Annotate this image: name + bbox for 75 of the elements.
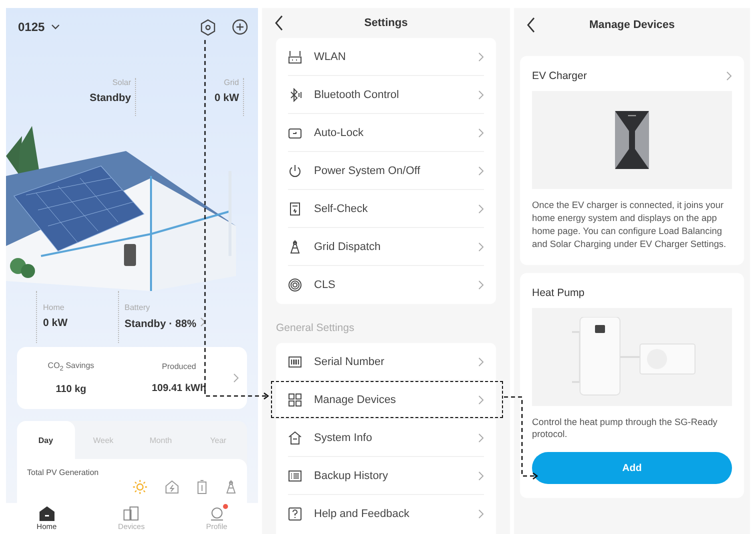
chevron-right-icon — [478, 204, 484, 214]
page-title: Manage Devices — [589, 18, 675, 30]
settings-row[interactable]: WLAN — [288, 38, 484, 76]
chevron-right-icon — [478, 242, 484, 252]
tower-icon — [288, 240, 302, 254]
chevron-right-icon — [478, 356, 484, 366]
concentric-circle-icon — [288, 278, 302, 292]
chevron-right-icon — [726, 71, 732, 81]
stat-label: CO$_{2}$ Savings — [46, 360, 96, 372]
chevron-right-icon — [478, 509, 484, 519]
chevron-right-icon — [478, 90, 484, 100]
devices-icon — [123, 506, 140, 521]
tower-icon — [225, 480, 237, 494]
site-selector[interactable]: 0125 — [18, 20, 60, 34]
settings-row[interactable]: Manage Devices — [271, 381, 503, 419]
chevron-right-icon — [478, 128, 484, 138]
chevron-right-icon — [478, 52, 484, 62]
stat-value: 110 kg — [54, 384, 88, 396]
settings-row[interactable]: Bluetooth Control — [288, 76, 484, 114]
stats-card[interactable]: CO$_{2}$ Savings 110 kg Produced 109.41 kWh — [17, 347, 247, 409]
settings-icon[interactable] — [200, 18, 216, 36]
home-icon — [38, 506, 55, 521]
settings-row[interactable]: Auto-Lock — [288, 114, 484, 152]
settings-row[interactable]: CLS — [288, 266, 484, 304]
back-icon[interactable] — [274, 15, 284, 31]
device-name: EV Charger — [532, 70, 587, 82]
chevron-right-icon — [478, 280, 484, 290]
page-title: Settings — [364, 17, 408, 29]
chevron-right-icon — [478, 394, 484, 404]
flow-value: Standby — [90, 92, 131, 104]
device-description: Once the EV charger is connected, it joins your home energy system and displays on the app home page. You can configure Load Balancing and Solar Charging under EV Charger Settings. — [532, 199, 728, 250]
house-icon — [288, 430, 302, 444]
power-icon — [288, 164, 302, 178]
settings-row[interactable]: Self-Check — [288, 190, 484, 228]
chart-title: Total PV Generation — [27, 468, 100, 477]
router-icon — [288, 50, 302, 64]
device-name: Heat Pump — [532, 286, 585, 298]
help-icon — [288, 507, 302, 521]
barcode-icon — [288, 354, 302, 368]
flow-label: Grid — [222, 78, 239, 87]
flow-label: Home — [43, 303, 66, 312]
chevron-right-icon — [478, 166, 484, 176]
grid-icon — [288, 392, 302, 406]
chevron-right-icon — [233, 373, 239, 383]
flow-value: 0 kW — [43, 317, 68, 329]
period-tab[interactable]: Day — [17, 421, 74, 459]
house-bolt-icon — [165, 480, 179, 494]
settings-row[interactable]: Backup History — [288, 457, 484, 495]
device-description: Control the heat pump through the SG-Ready protocol. — [532, 416, 718, 442]
chevron-right-icon — [478, 470, 484, 480]
chevron-right-icon — [478, 432, 484, 442]
flow-label: Battery — [124, 303, 151, 312]
lock-screen-icon — [288, 126, 302, 140]
bluetooth-icon — [288, 88, 302, 102]
stat-label: Produced — [160, 362, 198, 371]
settings-row[interactable]: Power System On/Off — [288, 152, 484, 190]
flow-label: Solar — [111, 78, 131, 87]
flow-value: Standby · 88% — [124, 318, 196, 330]
sun-icon — [133, 480, 147, 494]
caret-icon — [50, 24, 60, 30]
back-icon[interactable] — [526, 16, 536, 32]
section-label: General Settings — [275, 321, 356, 336]
ev-charger-drawing — [615, 111, 649, 169]
profile-icon — [208, 506, 225, 521]
flow-value: 0 kW — [214, 92, 239, 104]
list-icon — [288, 468, 302, 482]
settings-row[interactable]: Serial Number — [288, 343, 484, 381]
chevron-right-icon — [200, 317, 206, 327]
stat-value: 109.41 kWh — [150, 383, 208, 394]
battery-icon — [197, 480, 207, 494]
add-icon[interactable] — [232, 19, 248, 35]
settings-row[interactable]: Grid Dispatch — [288, 228, 484, 266]
device-check-icon — [288, 202, 302, 216]
settings-row[interactable]: System Info — [288, 419, 484, 457]
settings-row[interactable]: Help and Feedback — [288, 495, 484, 533]
